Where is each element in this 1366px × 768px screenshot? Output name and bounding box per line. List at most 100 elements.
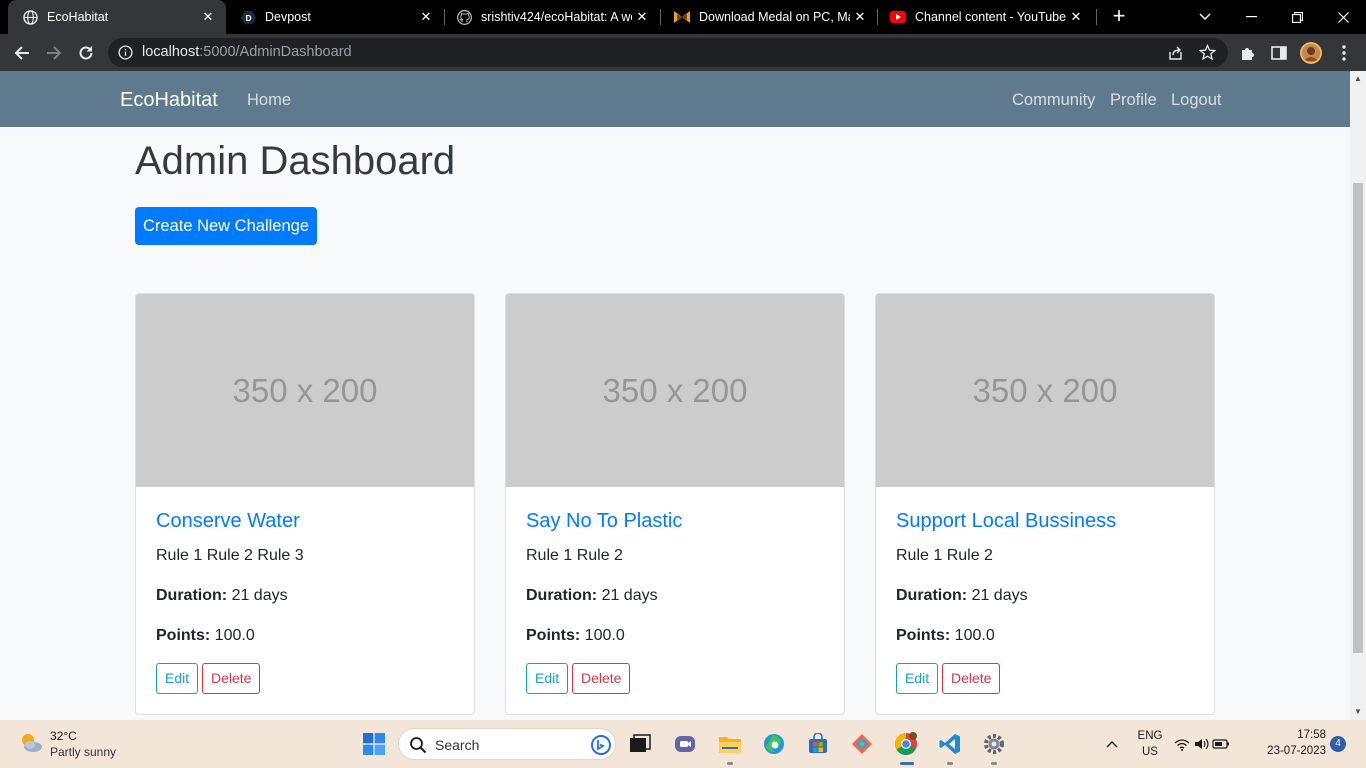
- points-value: 100.0: [954, 627, 995, 644]
- search-placeholder: Search: [435, 737, 480, 753]
- clock-time[interactable]: 17:58: [1258, 729, 1326, 741]
- delete-button[interactable]: Delete: [572, 663, 631, 694]
- duration-value: 21 days: [971, 587, 1028, 604]
- nav-home[interactable]: Home: [247, 91, 291, 110]
- extensions-puzzle-icon[interactable]: [1234, 40, 1260, 66]
- close-icon[interactable]: ✕: [416, 9, 436, 25]
- tab-devpost[interactable]: D Devpost ✕: [226, 0, 444, 34]
- challenge-card: 350 x 200 Conserve Water Rule 1 Rule 2 R…: [135, 293, 475, 715]
- bing-icon[interactable]: [591, 735, 611, 755]
- card-duration: Duration: 21 days: [526, 587, 658, 605]
- restore-button[interactable]: [1274, 0, 1320, 34]
- close-icon[interactable]: ✕: [632, 9, 652, 25]
- tab-github[interactable]: srishtiv424/ecoHabitat: A wel ✕: [442, 0, 660, 34]
- share-icon[interactable]: [1167, 44, 1184, 61]
- chevron-up-icon[interactable]: [1096, 728, 1128, 760]
- language-indicator-line2[interactable]: US: [1134, 746, 1166, 758]
- points-value: 100.0: [584, 627, 625, 644]
- clock-date[interactable]: 23-07-2023: [1252, 745, 1326, 757]
- weather-description[interactable]: Partly sunny: [50, 745, 116, 759]
- forward-arrow-icon[interactable]: [41, 40, 67, 66]
- card-title[interactable]: Support Local Bussiness: [896, 510, 1116, 533]
- svg-text:D: D: [245, 12, 251, 22]
- weather-temperature[interactable]: 32°C: [50, 729, 77, 743]
- tab-youtube[interactable]: Channel content - YouTube S ✕: [876, 0, 1094, 34]
- points-value: 100.0: [214, 627, 255, 644]
- close-icon[interactable]: ✕: [198, 9, 218, 25]
- tab-ecohabitat[interactable]: EcoHabitat ✕: [8, 0, 226, 34]
- taskbar-search-box[interactable]: Search: [398, 728, 616, 760]
- tab-title: EcoHabitat: [47, 10, 109, 24]
- tab-title: srishtiv424/ecoHabitat: A wel: [481, 10, 632, 24]
- minimize-button[interactable]: [1228, 0, 1274, 34]
- tab-search-chevron-icon[interactable]: [1182, 0, 1228, 34]
- delete-button[interactable]: Delete: [202, 663, 261, 694]
- settings-gear-icon[interactable]: [978, 728, 1010, 760]
- language-indicator-line1[interactable]: ENG: [1134, 730, 1166, 742]
- info-icon[interactable]: [118, 45, 133, 60]
- profile-avatar[interactable]: [1298, 40, 1324, 66]
- scroll-down-arrow-icon[interactable]: ▼: [1350, 704, 1366, 720]
- system-tray-status[interactable]: [1172, 728, 1232, 760]
- edit-button[interactable]: Edit: [896, 663, 939, 694]
- vscode-icon[interactable]: [934, 728, 966, 760]
- card-title[interactable]: Say No To Plastic: [526, 510, 682, 533]
- close-window-button[interactable]: [1320, 0, 1366, 34]
- notification-badge[interactable]: 4: [1330, 736, 1346, 752]
- duration-value: 21 days: [231, 587, 288, 604]
- challenge-card: 350 x 200 Support Local Bussiness Rule 1…: [875, 293, 1215, 715]
- back-arrow-icon[interactable]: [9, 40, 35, 66]
- edge-browser-icon[interactable]: [758, 728, 790, 760]
- reload-icon[interactable]: [73, 40, 99, 66]
- scroll-up-arrow-icon[interactable]: ▲: [1350, 71, 1366, 87]
- search-icon: [409, 736, 427, 754]
- card-rules: Rule 1 Rule 2: [526, 547, 623, 564]
- url-text[interactable]: localhost:5000/AdminDashboard: [142, 44, 352, 60]
- globe-icon: [22, 9, 38, 25]
- edit-button[interactable]: Edit: [526, 663, 569, 694]
- duration-label: Duration:: [156, 587, 228, 604]
- browser-toolbar: localhost:5000/AdminDashboard: [0, 34, 1366, 71]
- delete-button[interactable]: Delete: [942, 663, 1001, 694]
- side-panel-icon[interactable]: [1266, 40, 1292, 66]
- task-view-icon[interactable]: [624, 728, 656, 760]
- taskbar: 32°C Partly sunny Search ENG US 17:58 23…: [0, 720, 1366, 768]
- close-icon[interactable]: ✕: [1066, 9, 1086, 25]
- navbar: EcoHabitat Home Community Profile Logout: [0, 71, 1350, 127]
- card-title[interactable]: Conserve Water: [156, 510, 300, 533]
- close-icon[interactable]: ✕: [850, 9, 870, 25]
- points-label: Points:: [896, 627, 951, 644]
- windows-start-icon[interactable]: [358, 728, 390, 760]
- browser-tab-strip: EcoHabitat ✕ D Devpost ✕ srishtiv424/eco…: [0, 0, 1366, 34]
- card-points: Points: 100.0: [526, 627, 625, 645]
- card-points: Points: 100.0: [156, 627, 255, 645]
- chrome-browser-icon[interactable]: [890, 728, 922, 760]
- microsoft-store-icon[interactable]: [802, 728, 834, 760]
- card-duration: Duration: 21 days: [896, 587, 1028, 605]
- duration-label: Duration:: [526, 587, 598, 604]
- file-explorer-icon[interactable]: [714, 728, 746, 760]
- duration-value: 21 days: [601, 587, 658, 604]
- medal-icon: [674, 9, 690, 25]
- nav-logout[interactable]: Logout: [1171, 91, 1221, 110]
- navbar-brand[interactable]: EcoHabitat: [120, 89, 218, 112]
- address-bar[interactable]: localhost:5000/AdminDashboard: [108, 38, 1228, 67]
- nav-community[interactable]: Community: [1012, 91, 1095, 110]
- edit-button[interactable]: Edit: [156, 663, 199, 694]
- tab-medal[interactable]: Download Medal on PC, Mac ✕: [660, 0, 878, 34]
- card-image-placeholder: 350 x 200: [506, 294, 844, 487]
- ai-app-icon[interactable]: [846, 728, 878, 760]
- challenge-card: 350 x 200 Say No To Plastic Rule 1 Rule …: [505, 293, 845, 715]
- card-duration: Duration: 21 days: [156, 587, 288, 605]
- star-icon[interactable]: [1198, 43, 1217, 61]
- more-menu-icon[interactable]: [1331, 40, 1357, 66]
- scrollbar-thumb[interactable]: [1353, 183, 1363, 653]
- url-host: localhost: [142, 44, 200, 60]
- teams-chat-icon[interactable]: [669, 728, 701, 760]
- weather-partly-sunny-icon[interactable]: [18, 730, 44, 756]
- web-page: EcoHabitat Home Community Profile Logout…: [0, 71, 1350, 721]
- card-rules: Rule 1 Rule 2: [896, 547, 993, 564]
- new-tab-button[interactable]: +: [1108, 5, 1130, 27]
- create-challenge-button[interactable]: Create New Challenge: [135, 207, 317, 245]
- nav-profile[interactable]: Profile: [1110, 91, 1157, 110]
